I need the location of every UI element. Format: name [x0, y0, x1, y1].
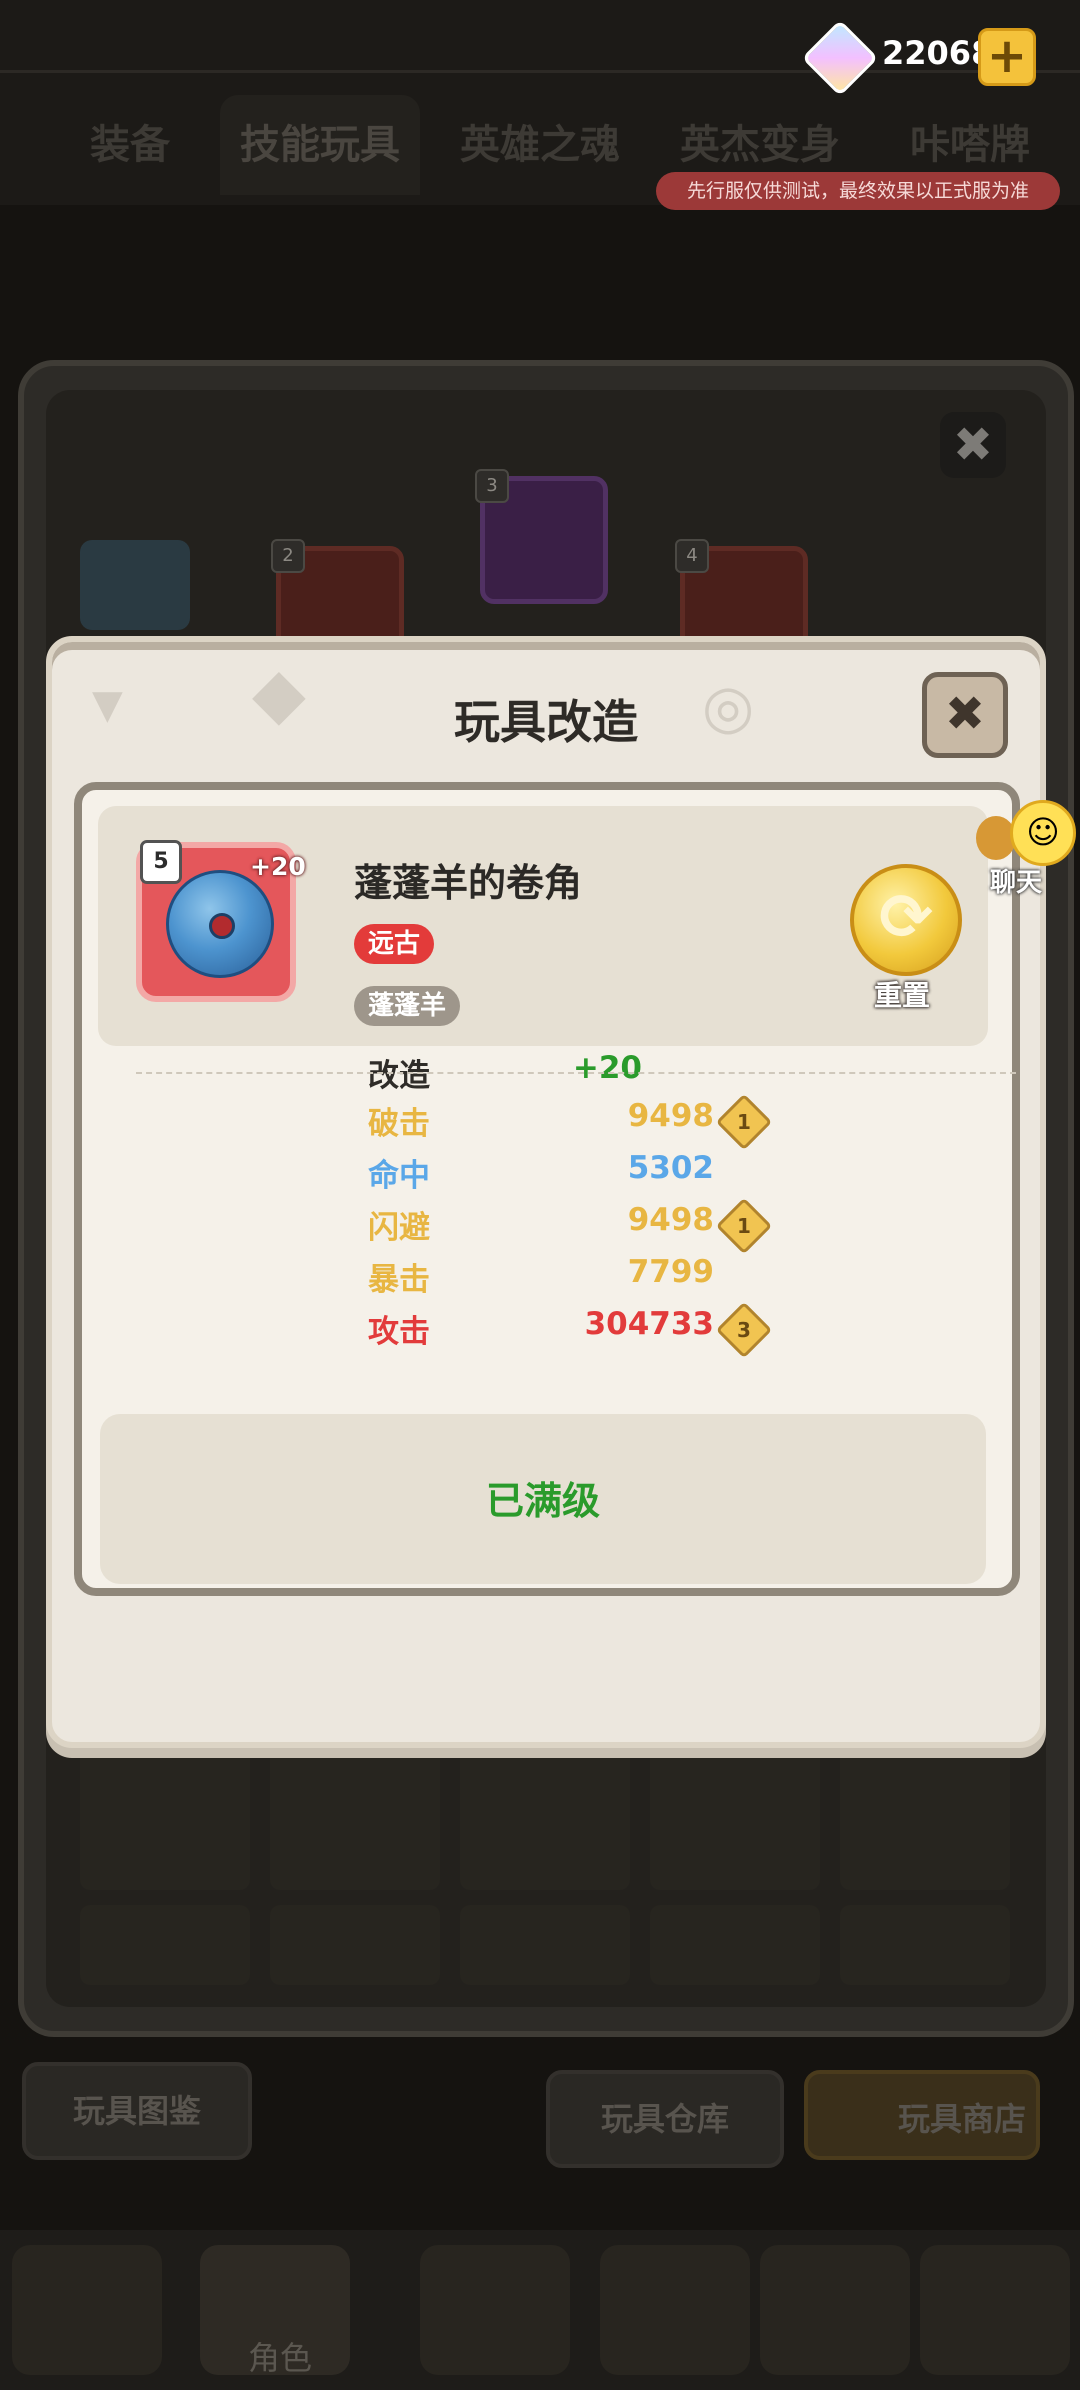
- nav-slot[interactable]: [420, 2245, 570, 2375]
- test-server-notice: 先行服仅供测试，最终效果以正式服为准: [656, 172, 1060, 210]
- stat-label: 闪避: [368, 1210, 430, 1246]
- item-enhance-level: +20: [250, 852, 306, 881]
- nav-slot[interactable]: [12, 2245, 162, 2375]
- smiley-icon: ☺: [1010, 800, 1076, 866]
- panel-close-button[interactable]: ✖: [940, 412, 1006, 478]
- reset-button[interactable]: ⟳: [850, 864, 962, 976]
- content-frame: 5 +20 蓬蓬羊的卷角 远古 蓬蓬羊 ⟳ 重置 改造 +20 破击 9498 …: [74, 782, 1020, 1596]
- stat-row: 攻击 304733 3: [82, 1301, 1012, 1359]
- toy-warehouse-button[interactable]: 玩具仓库: [546, 2070, 784, 2168]
- max-level-box: 已满级: [100, 1414, 986, 1584]
- chat-label: 聊天: [990, 868, 1043, 898]
- star-badge-icon: 1: [715, 1197, 773, 1255]
- toy-modify-dialog: ▼ ◆ ◎ 玩具改造 ✖ 5 +20 蓬蓬羊的卷角 远古 蓬蓬羊 ⟳ 重置 改造…: [46, 636, 1046, 1748]
- curled-horn-icon: [166, 870, 274, 978]
- tab-hero-soul[interactable]: 英雄之魂: [440, 95, 640, 195]
- grid-cell: [840, 1905, 1010, 1985]
- toy-slot-3: 3: [475, 469, 608, 604]
- tab-skill-toys[interactable]: 技能玩具: [220, 95, 420, 195]
- grid-cell: [80, 1740, 250, 1890]
- stat-label: 破击: [368, 1106, 430, 1142]
- star-badge-icon: 1: [715, 1093, 773, 1151]
- reset-label: 重置: [873, 979, 930, 1012]
- stat-value: 9498: [627, 1202, 714, 1238]
- stat-value: 304733: [584, 1306, 714, 1342]
- toy-shop-button[interactable]: 玩具商店: [804, 2070, 1040, 2160]
- currency-add-button[interactable]: +: [978, 28, 1036, 86]
- stat-row: 破击 9498 1: [82, 1093, 1012, 1151]
- grid-cell: [460, 1740, 630, 1890]
- divider: [136, 1072, 1016, 1074]
- stat-value: 5302: [627, 1150, 714, 1186]
- owner-tag: 蓬蓬羊: [354, 986, 461, 1026]
- stat-label: 攻击: [368, 1314, 430, 1350]
- grid-cell: [460, 1905, 630, 1985]
- nav-role-label: 角色: [248, 2339, 313, 2377]
- toy-catalog-button[interactable]: 玩具图鉴: [22, 2062, 252, 2160]
- top-bar: 装备 技能玩具 英雄之魂 英杰变身 咔嗒牌 22068 + 先行服仅供测试，最终…: [0, 0, 1080, 210]
- item-level-badge: 5: [140, 840, 182, 884]
- nav-slot[interactable]: [920, 2245, 1070, 2375]
- stat-value: 7799: [627, 1254, 714, 1290]
- star-badge-icon: 3: [715, 1301, 773, 1359]
- refresh-icon: ⟳: [879, 881, 933, 955]
- chat-button[interactable]: ☺ 聊天: [972, 796, 1076, 906]
- nav-slot[interactable]: [760, 2245, 910, 2375]
- grid-cell: [270, 1740, 440, 1890]
- item-header: 5 +20 蓬蓬羊的卷角 远古 蓬蓬羊 ⟳ 重置: [98, 806, 988, 1046]
- stat-label: 命中: [368, 1158, 430, 1194]
- grid-cell: [80, 1905, 250, 1985]
- grid-cell: [840, 1740, 1010, 1890]
- stat-row: 闪避 9498 1: [82, 1197, 1012, 1255]
- rarity-tag: 远古: [354, 924, 435, 964]
- currency-value: 22068: [882, 34, 994, 72]
- dialog-title: 玩具改造: [454, 695, 638, 749]
- stat-row: 暴击 7799: [82, 1254, 1012, 1304]
- tab-equipment[interactable]: 装备: [30, 95, 230, 195]
- grid-cell: [270, 1905, 440, 1985]
- toy-slot-1: [80, 540, 190, 630]
- modify-value: +20: [572, 1050, 642, 1086]
- grid-cell: [650, 1740, 820, 1890]
- grid-cell: [650, 1905, 820, 1985]
- nav-slot[interactable]: [600, 2245, 750, 2375]
- stat-label: 暴击: [368, 1262, 430, 1298]
- crystal-icon: [801, 19, 879, 97]
- dialog-close-button[interactable]: ✖: [922, 672, 1008, 758]
- max-level-text: 已满级: [485, 1479, 600, 1523]
- stat-row: 命中 5302: [82, 1150, 1012, 1200]
- item-name: 蓬蓬羊的卷角: [354, 861, 583, 905]
- stat-value: 9498: [627, 1098, 714, 1134]
